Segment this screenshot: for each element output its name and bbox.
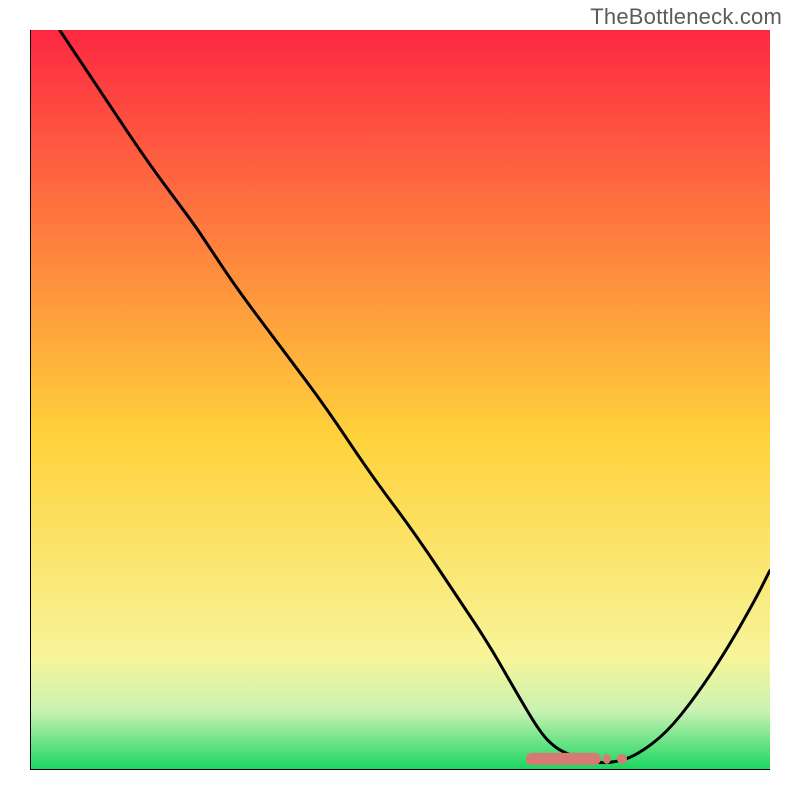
bottleneck-chart — [30, 30, 770, 770]
watermark-text: TheBottleneck.com — [590, 4, 782, 30]
plot-background-gradient — [30, 30, 770, 770]
